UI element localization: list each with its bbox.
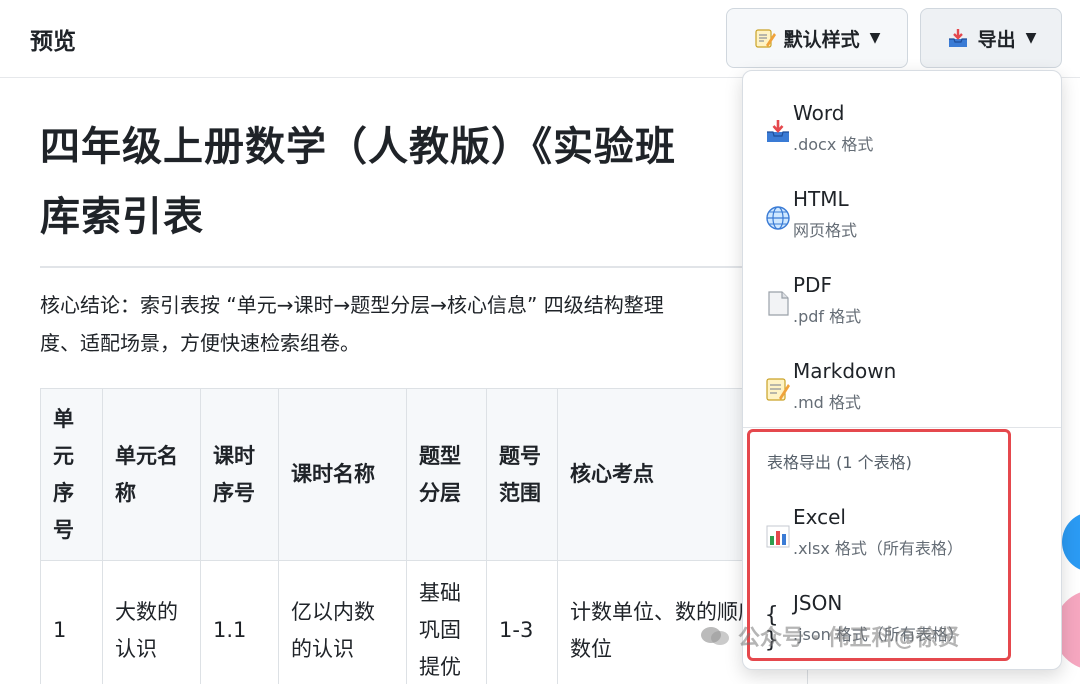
caret-down-icon: ▼ — [1025, 30, 1037, 46]
menu-item-label: Word — [793, 101, 845, 125]
memo-icon — [754, 29, 776, 48]
menu-item-label: PDF — [793, 273, 832, 297]
column-header: 课时名称 — [278, 388, 407, 561]
watermark: 公众号 · 伟正科@徐贤 — [700, 620, 960, 652]
top-bar: 预览 默认样式 ▼ 导出 ▼ — [0, 0, 1080, 78]
document-title-line1: 四年级上册数学（人教版）《实验班 — [40, 124, 676, 170]
index-table: 单元序号 单元名称 课时序号 课时名称 题型分层 题号范围 核心考点 1 大数的… — [40, 388, 808, 684]
summary-line-1: 核心结论：索引表按 “单元→课时→题型分层→核心信息” 四级结构整理 — [40, 293, 664, 317]
menu-item-desc: .md 格式 — [793, 393, 861, 412]
menu-item-desc: .pdf 格式 — [793, 307, 862, 326]
wechat-logo-icon — [701, 627, 729, 645]
style-button-label: 默认样式 — [783, 28, 860, 51]
watermark-text: 公众号 · 伟正科@徐贤 — [738, 626, 960, 651]
export-dropdown-menu: Word .docx 格式 HTML 网页格式 PDF .pdf 格式 Mark… — [742, 70, 1062, 670]
export-html-item[interactable]: HTML 网页格式 — [765, 187, 1055, 251]
export-markdown-item[interactable]: Markdown .md 格式 — [765, 359, 1055, 423]
page-title: 预览 — [30, 29, 76, 55]
export-pdf-item[interactable]: PDF .pdf 格式 — [765, 273, 1055, 337]
table-cell: 大数的认识 — [102, 560, 201, 684]
column-header: 单元序号 — [40, 388, 103, 561]
summary-line-2: 度、适配场景，方便快速检索组卷。 — [40, 331, 360, 355]
table-cell: 1.1 — [200, 560, 279, 684]
inbox-tray-icon — [948, 29, 967, 47]
style-select-button[interactable]: 默认样式 ▼ — [726, 8, 908, 68]
memo-icon — [766, 378, 790, 401]
heading-divider — [40, 266, 800, 268]
menu-item-desc: .docx 格式 — [793, 135, 874, 154]
table-row: 1 大数的认识 1.1 亿以内数的认识 基础巩固提优 1-3 计数单位、数的顺序… — [40, 560, 808, 684]
table-cell: 1 — [40, 560, 103, 684]
globe-icon — [766, 206, 790, 230]
menu-item-label: HTML — [793, 187, 849, 211]
column-header: 单元名称 — [102, 388, 201, 561]
column-header: 题型分层 — [406, 388, 487, 561]
inbox-tray-icon — [767, 120, 789, 142]
column-header: 题号范围 — [486, 388, 558, 561]
export-button[interactable]: 导出 ▼ — [920, 8, 1062, 68]
table-cell: 亿以内数的认识 — [278, 560, 407, 684]
table-cell: 1-3 — [486, 560, 558, 684]
column-header: 课时序号 — [200, 388, 279, 561]
document-title-line2: 库索引表 — [40, 194, 204, 240]
menu-item-desc: 网页格式 — [793, 221, 858, 240]
floating-action-bubble[interactable] — [1062, 512, 1080, 572]
caret-down-icon: ▼ — [869, 30, 881, 46]
summary-paragraph: 核心结论：索引表按 “单元→课时→题型分层→核心信息” 四级结构整理 度、适配场… — [40, 286, 780, 362]
document-title: 四年级上册数学（人教版）《实验班 库索引表 — [40, 112, 800, 252]
export-word-item[interactable]: Word .docx 格式 — [765, 101, 1055, 165]
table-cell: 基础巩固提优 — [406, 560, 487, 684]
export-button-label: 导出 — [977, 28, 1016, 51]
table-header-row: 单元序号 单元名称 课时序号 课时名称 题型分层 题号范围 核心考点 — [40, 388, 808, 561]
menu-item-label: Markdown — [793, 359, 897, 383]
document-icon — [768, 291, 789, 316]
menu-divider — [743, 427, 1061, 428]
